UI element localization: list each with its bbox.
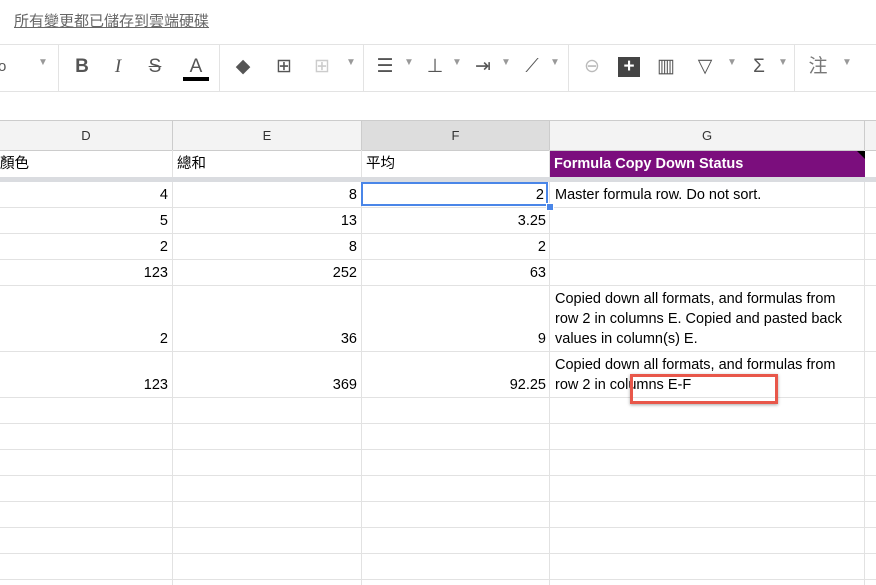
cell-f[interactable]: 2 xyxy=(362,237,546,257)
comment-icon[interactable]: + xyxy=(618,57,640,77)
fill-color-icon[interactable]: ◆ xyxy=(232,55,254,79)
cell-e[interactable]: 252 xyxy=(173,263,357,283)
chevron-down-icon[interactable]: ▼ xyxy=(778,57,788,68)
borders-icon[interactable]: ⊞ xyxy=(273,55,295,79)
cell-d[interactable]: 123 xyxy=(0,375,168,395)
cell-d[interactable]: 5 xyxy=(0,211,168,231)
saved-status-link[interactable]: 所有變更都已儲存到雲端硬碟 xyxy=(14,10,209,31)
chart-icon[interactable]: ▥ xyxy=(655,55,677,79)
chevron-down-icon[interactable]: ▼ xyxy=(727,57,737,68)
cell-e[interactable]: 369 xyxy=(173,375,357,395)
cell-g[interactable]: Master formula row. Do not sort. xyxy=(555,185,860,205)
cell-e[interactable]: 8 xyxy=(173,237,357,257)
chevron-down-icon[interactable]: ▼ xyxy=(842,57,852,68)
chevron-down-icon[interactable]: ▼ xyxy=(452,57,462,68)
column-header-d[interactable]: D xyxy=(0,121,173,150)
cell-g1[interactable]: Formula Copy Down Status xyxy=(550,151,865,177)
text-rotation-icon[interactable]: ⟋ xyxy=(521,55,543,79)
strikethrough-icon[interactable]: S xyxy=(145,55,165,79)
chevron-down-icon[interactable]: ▼ xyxy=(550,57,560,68)
merge-cells-icon[interactable]: ⊞ xyxy=(311,55,333,79)
cell-e[interactable]: 36 xyxy=(173,329,357,349)
italic-icon[interactable]: I xyxy=(108,55,128,79)
cell-f[interactable]: 3.25 xyxy=(362,211,546,231)
cell-f1[interactable]: 平均 xyxy=(366,154,395,174)
text-color-icon[interactable]: A xyxy=(183,55,209,81)
highlight-box xyxy=(630,374,778,404)
text-wrap-icon[interactable]: ⇥ xyxy=(472,55,494,79)
chevron-down-icon[interactable]: ▼ xyxy=(38,57,48,68)
toolbar: o ▼ B I S A ◆ ⊞ ⊞ ▼ ☰ ▼ ⊥ ▼ ⇥ ▼ ⟋ ▼ ⊖ + … xyxy=(0,44,876,92)
cell-d[interactable]: 2 xyxy=(0,237,168,257)
cell-f[interactable]: 92.25 xyxy=(362,375,546,395)
functions-icon[interactable]: Σ xyxy=(748,55,770,79)
column-header-f[interactable]: F xyxy=(362,121,550,150)
cell-g[interactable]: Copied down all formats, and formulas fr… xyxy=(555,289,845,349)
cell-d[interactable]: 4 xyxy=(0,185,168,205)
link-icon[interactable]: ⊖ xyxy=(580,55,604,79)
input-tools-icon[interactable]: 注 xyxy=(806,55,830,79)
cell-e1[interactable]: 總和 xyxy=(177,154,206,174)
chevron-down-icon[interactable]: ▼ xyxy=(501,57,511,68)
note-indicator-icon xyxy=(857,151,865,159)
cell-e[interactable]: 13 xyxy=(173,211,357,231)
align-vertical-icon[interactable]: ⊥ xyxy=(424,55,446,79)
fill-handle[interactable] xyxy=(546,203,554,211)
filter-icon[interactable]: ▽ xyxy=(694,55,716,79)
cell-d[interactable]: 123 xyxy=(0,263,168,283)
cell-f[interactable]: 9 xyxy=(362,329,546,349)
bold-icon[interactable]: B xyxy=(72,55,92,79)
cell-f[interactable]: 63 xyxy=(362,263,546,283)
column-header-e[interactable]: E xyxy=(173,121,362,150)
cell-f-selected[interactable]: 2 xyxy=(361,182,548,206)
chevron-down-icon[interactable]: ▼ xyxy=(404,57,414,68)
chevron-down-icon[interactable]: ▼ xyxy=(346,57,356,68)
align-horizontal-icon[interactable]: ☰ xyxy=(374,55,396,79)
text-color-swatch xyxy=(183,77,209,81)
font-size-select[interactable]: o xyxy=(0,55,6,79)
cell-d1[interactable]: 顏色 xyxy=(0,154,29,174)
column-header-g[interactable]: G xyxy=(550,121,865,150)
cell-d[interactable]: 2 xyxy=(0,329,168,349)
cell-e[interactable]: 8 xyxy=(173,185,357,205)
text-color-letter: A xyxy=(189,56,203,77)
column-headers: D E F G xyxy=(0,120,876,151)
